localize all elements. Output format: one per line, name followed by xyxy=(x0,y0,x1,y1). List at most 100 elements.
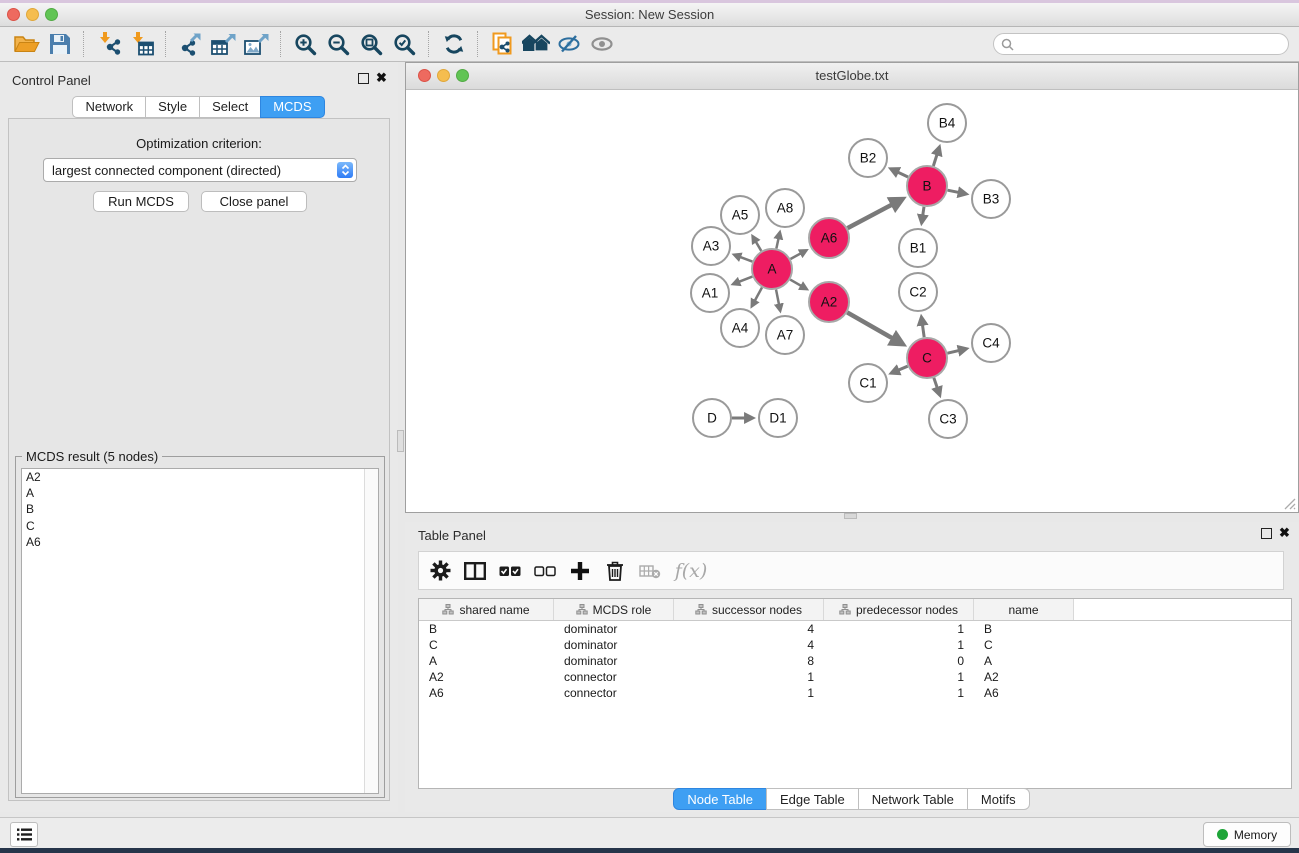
table-row[interactable]: A2connector11A2 xyxy=(419,669,1291,685)
cell-successor-nodes[interactable]: 1 xyxy=(674,686,824,700)
table-row[interactable]: Bdominator41B xyxy=(419,621,1291,637)
show-eye-icon[interactable] xyxy=(585,28,618,60)
tab-network[interactable]: Network xyxy=(72,96,146,118)
graph-edge-B-B4[interactable] xyxy=(933,147,939,166)
tab-edge-table[interactable]: Edge Table xyxy=(766,788,859,810)
graph-node-A[interactable]: A xyxy=(752,249,792,289)
minimize-traffic-light[interactable] xyxy=(26,8,39,21)
export-image-icon[interactable] xyxy=(240,28,273,60)
zoom-out-icon[interactable] xyxy=(322,28,355,60)
show-column-icon[interactable] xyxy=(464,559,486,583)
close-panel-icon[interactable]: ✖ xyxy=(376,73,387,83)
cell-name[interactable]: C xyxy=(974,638,1074,652)
cell-shared-name[interactable]: A xyxy=(419,654,554,668)
table-row[interactable]: Adominator80A xyxy=(419,653,1291,669)
graph-edge-C-C2[interactable] xyxy=(921,317,924,337)
maximize-traffic-light[interactable] xyxy=(45,8,58,21)
tab-node-table[interactable]: Node Table xyxy=(673,788,767,810)
graph-node-C3[interactable]: C3 xyxy=(929,400,967,438)
cell-shared-name[interactable]: A6 xyxy=(419,686,554,700)
float-panel-icon[interactable] xyxy=(358,73,369,84)
graph-node-B1[interactable]: B1 xyxy=(899,229,937,267)
import-table-icon[interactable] xyxy=(125,28,158,60)
memory-button[interactable]: Memory xyxy=(1203,822,1291,847)
cell-name[interactable]: A2 xyxy=(974,670,1074,684)
graph-node-B2[interactable]: B2 xyxy=(849,139,887,177)
graph-edge-C-C1[interactable] xyxy=(891,366,907,373)
graph-edge-A-A7[interactable] xyxy=(776,290,780,311)
new-network-from-selection-icon[interactable] xyxy=(486,28,519,60)
run-mcds-button[interactable]: Run MCDS xyxy=(93,191,189,212)
refresh-icon[interactable] xyxy=(437,28,470,60)
cell-successor-nodes[interactable]: 8 xyxy=(674,654,824,668)
cell-predecessor-nodes[interactable]: 0 xyxy=(824,654,974,668)
window-resize-grip[interactable] xyxy=(1283,497,1296,510)
cell-successor-nodes[interactable]: 1 xyxy=(674,670,824,684)
column-header-MCDS-role[interactable]: MCDS role xyxy=(554,599,674,620)
network-graph-canvas[interactable]: B4B2BB3A8A5A6B1A3AC2A1A2A4A7C4CC1C3DD1 xyxy=(406,90,1296,511)
zoom-fit-icon[interactable] xyxy=(355,28,388,60)
graph-edge-A-A6[interactable] xyxy=(790,250,806,259)
table-settings-gear-icon[interactable] xyxy=(429,559,451,583)
graph-edge-A-A4[interactable] xyxy=(752,287,762,306)
cell-name[interactable]: A xyxy=(974,654,1074,668)
graph-edge-A-A8[interactable] xyxy=(776,232,779,248)
graph-edge-C-C3[interactable] xyxy=(934,378,940,395)
graph-edge-B-B3[interactable] xyxy=(948,190,967,194)
network-maximize-traffic-light[interactable] xyxy=(456,69,469,82)
graph-node-A1[interactable]: A1 xyxy=(691,274,729,312)
tab-style[interactable]: Style xyxy=(145,96,200,118)
search-field[interactable] xyxy=(993,33,1289,55)
graph-node-B[interactable]: B xyxy=(907,166,947,206)
network-close-traffic-light[interactable] xyxy=(418,69,431,82)
task-history-button[interactable] xyxy=(10,822,38,847)
graph-node-B3[interactable]: B3 xyxy=(972,180,1010,218)
cell-shared-name[interactable]: A2 xyxy=(419,670,554,684)
column-header-shared-name[interactable]: shared name xyxy=(419,599,554,620)
home-layout-icon[interactable] xyxy=(519,28,552,60)
cell-MCDS-role[interactable]: dominator xyxy=(554,654,674,668)
hide-eye-icon[interactable] xyxy=(552,28,585,60)
search-input[interactable] xyxy=(1019,36,1281,52)
graph-node-C4[interactable]: C4 xyxy=(972,324,1010,362)
graph-node-D1[interactable]: D1 xyxy=(759,399,797,437)
graph-node-D[interactable]: D xyxy=(693,399,731,437)
close-traffic-light[interactable] xyxy=(7,8,20,21)
cell-predecessor-nodes[interactable]: 1 xyxy=(824,622,974,636)
cell-successor-nodes[interactable]: 4 xyxy=(674,622,824,636)
mcds-result-item[interactable]: C xyxy=(22,518,378,534)
mcds-result-item[interactable]: A2 xyxy=(22,469,378,485)
vertical-splitter-grip[interactable] xyxy=(397,430,404,452)
graph-node-C[interactable]: C xyxy=(907,338,947,378)
zoom-in-icon[interactable] xyxy=(289,28,322,60)
graph-node-A8[interactable]: A8 xyxy=(766,189,804,227)
graph-node-A5[interactable]: A5 xyxy=(721,196,759,234)
graph-node-A7[interactable]: A7 xyxy=(766,316,804,354)
network-window-titlebar[interactable]: testGlobe.txt xyxy=(406,63,1298,90)
save-session-icon[interactable] xyxy=(43,28,76,60)
graph-node-C2[interactable]: C2 xyxy=(899,273,937,311)
graph-node-A2[interactable]: A2 xyxy=(809,282,849,322)
graph-edge-C-C4[interactable] xyxy=(947,349,966,353)
graph-edge-A-A3[interactable] xyxy=(734,255,752,262)
graph-node-A4[interactable]: A4 xyxy=(721,309,759,347)
deselect-all-icon[interactable] xyxy=(534,559,556,583)
export-network-icon[interactable] xyxy=(174,28,207,60)
result-list-scrollbar[interactable] xyxy=(364,469,378,793)
graph-edge-A-A1[interactable] xyxy=(733,277,752,284)
export-table-icon[interactable] xyxy=(207,28,240,60)
tab-select[interactable]: Select xyxy=(199,96,261,118)
table-float-panel-icon[interactable] xyxy=(1261,528,1272,539)
cell-name[interactable]: B xyxy=(974,622,1074,636)
table-row[interactable]: Cdominator41C xyxy=(419,637,1291,653)
optimization-criterion-select[interactable]: largest connected component (directed) xyxy=(43,158,357,182)
graph-node-A3[interactable]: A3 xyxy=(692,227,730,265)
cell-MCDS-role[interactable]: connector xyxy=(554,686,674,700)
cell-shared-name[interactable]: B xyxy=(419,622,554,636)
tab-mcds[interactable]: MCDS xyxy=(260,96,324,118)
graph-edge-A-A2[interactable] xyxy=(790,280,807,290)
graph-edge-B-B1[interactable] xyxy=(922,207,924,223)
cell-predecessor-nodes[interactable]: 1 xyxy=(824,638,974,652)
cell-MCDS-role[interactable]: dominator xyxy=(554,622,674,636)
graph-edge-A2-C[interactable] xyxy=(847,312,902,344)
